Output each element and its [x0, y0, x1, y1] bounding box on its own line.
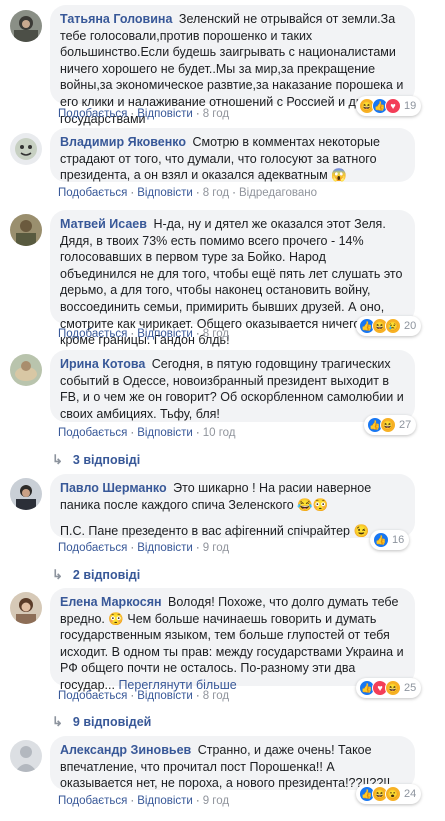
timestamp[interactable]: 8 год — [203, 690, 229, 702]
comment-actions: Подобається · Відповісти · 9 год — [58, 542, 230, 554]
comments-feed: Татьяна Головина Зеленский не отрывайся … — [0, 0, 445, 821]
comment-bubble: Татьяна Головина Зеленский не отрывайся … — [50, 5, 415, 126]
comment-actions: Подобається · Відповісти · 8 год — [58, 690, 230, 702]
timestamp[interactable]: 9 год — [203, 542, 229, 554]
author-name[interactable]: Павло Шерманко — [60, 481, 167, 495]
avatar[interactable] — [10, 478, 42, 510]
sad-reaction-icon: 😢 — [385, 318, 401, 334]
reply-arrow-icon: ↳ — [52, 567, 63, 582]
reply-link[interactable]: Відповісти — [137, 427, 193, 439]
like-link[interactable]: Подобається — [58, 328, 127, 340]
comment-actions: Подобається · Відповісти · 10 год — [58, 427, 236, 439]
comment-bubble: Елена Маркосян Володя! Похоже, что долго… — [50, 588, 415, 692]
comment-bubble: Ирина Котова Сегодня, в пятую годовщину … — [50, 350, 415, 422]
author-name[interactable]: Татьяна Головина — [60, 12, 172, 26]
timestamp[interactable]: 8 год — [203, 187, 229, 199]
reaction-count: 20 — [404, 320, 417, 332]
timestamp[interactable]: 10 год — [203, 427, 236, 439]
reactions-badge[interactable]: 👍 16 — [370, 530, 410, 550]
like-link[interactable]: Подобається — [58, 187, 127, 199]
reply-link[interactable]: Відповісти — [137, 328, 193, 340]
avatar[interactable] — [10, 740, 42, 772]
like-link[interactable]: Подобається — [58, 108, 127, 120]
view-replies-link[interactable]: ↳ 9 відповідей — [52, 714, 151, 730]
like-link[interactable]: Подобається — [58, 542, 127, 554]
reply-arrow-icon: ↳ — [52, 452, 63, 467]
reactions-badge[interactable]: 👍 😆 27 — [364, 415, 417, 435]
replies-count[interactable]: 2 відповіді — [73, 568, 140, 582]
view-replies-link[interactable]: ↳ 2 відповіді — [52, 567, 140, 583]
reply-link[interactable]: Відповісти — [137, 795, 193, 807]
comment-actions: Подобається · Відповісти · 8 год — [58, 108, 230, 120]
reaction-count: 19 — [404, 100, 417, 112]
reply-link[interactable]: Відповісти — [137, 108, 193, 120]
comment-text-continued: П.С. Пане презеденто в вас афігенний спі… — [60, 524, 370, 539]
reactions-badge[interactable]: 😆 👍 ♥ 19 — [356, 96, 422, 116]
replies-count[interactable]: 9 відповідей — [73, 715, 151, 729]
haha-reaction-icon: 😆 — [385, 680, 401, 696]
comment-bubble: Александр Зиновьев Странно, и даже очень… — [50, 736, 415, 790]
reaction-count: 24 — [404, 788, 417, 800]
comment-actions: Подобається · Відповісти · 8 год — [58, 328, 230, 340]
reactions-badge[interactable]: 👍 😆 😢 20 — [356, 316, 422, 336]
avatar[interactable] — [10, 10, 42, 42]
love-reaction-icon: ♥ — [385, 98, 401, 114]
reactions-badge[interactable]: 👍 😆 😮 24 — [356, 784, 422, 804]
replies-count[interactable]: 3 відповіді — [73, 453, 140, 467]
like-link[interactable]: Подобається — [58, 690, 127, 702]
comment-bubble: Матвей Исаев Н-да, ну и дятел же оказалс… — [50, 210, 415, 347]
comment-actions: Подобається · Відповісти · 8 год · Відредагова… — [58, 187, 317, 199]
reaction-count: 16 — [392, 534, 405, 546]
comment-bubble: Павло Шерманко Это шикарно ! На расии на… — [50, 474, 415, 538]
view-replies-link[interactable]: ↳ 3 відповіді — [52, 452, 140, 468]
like-link[interactable]: Подобається — [58, 795, 127, 807]
comment-bubble: Владимир Яковенко Смотрю в комментах нек… — [50, 128, 415, 182]
reply-link[interactable]: Відповісти — [137, 542, 193, 554]
edited-label[interactable]: Відредаговано — [239, 187, 317, 199]
author-name[interactable]: Ирина Котова — [60, 357, 145, 371]
author-name[interactable]: Владимир Яковенко — [60, 135, 186, 149]
reply-link[interactable]: Відповісти — [137, 187, 193, 199]
reply-arrow-icon: ↳ — [52, 714, 63, 729]
timestamp[interactable]: 8 год — [203, 108, 229, 120]
reactions-badge[interactable]: 👍 ♥ 😆 25 — [356, 678, 422, 698]
comment-actions: Подобається · Відповісти · 9 год — [58, 795, 230, 807]
avatar[interactable] — [10, 214, 42, 246]
author-name[interactable]: Матвей Исаев — [60, 217, 147, 231]
like-reaction-icon: 👍 — [373, 532, 389, 548]
avatar[interactable] — [10, 354, 42, 386]
reaction-count: 27 — [399, 419, 412, 431]
author-name[interactable]: Александр Зиновьев — [60, 743, 191, 757]
like-link[interactable]: Подобається — [58, 427, 127, 439]
reply-link[interactable]: Відповісти — [137, 690, 193, 702]
author-name[interactable]: Елена Маркосян — [60, 595, 162, 609]
timestamp[interactable]: 9 год — [203, 795, 229, 807]
avatar[interactable] — [10, 592, 42, 624]
avatar[interactable] — [10, 133, 42, 165]
haha-reaction-icon: 😆 — [380, 417, 396, 433]
reaction-count: 25 — [404, 682, 417, 694]
timestamp[interactable]: 8 год — [203, 328, 229, 340]
wow-reaction-icon: 😮 — [385, 786, 401, 802]
